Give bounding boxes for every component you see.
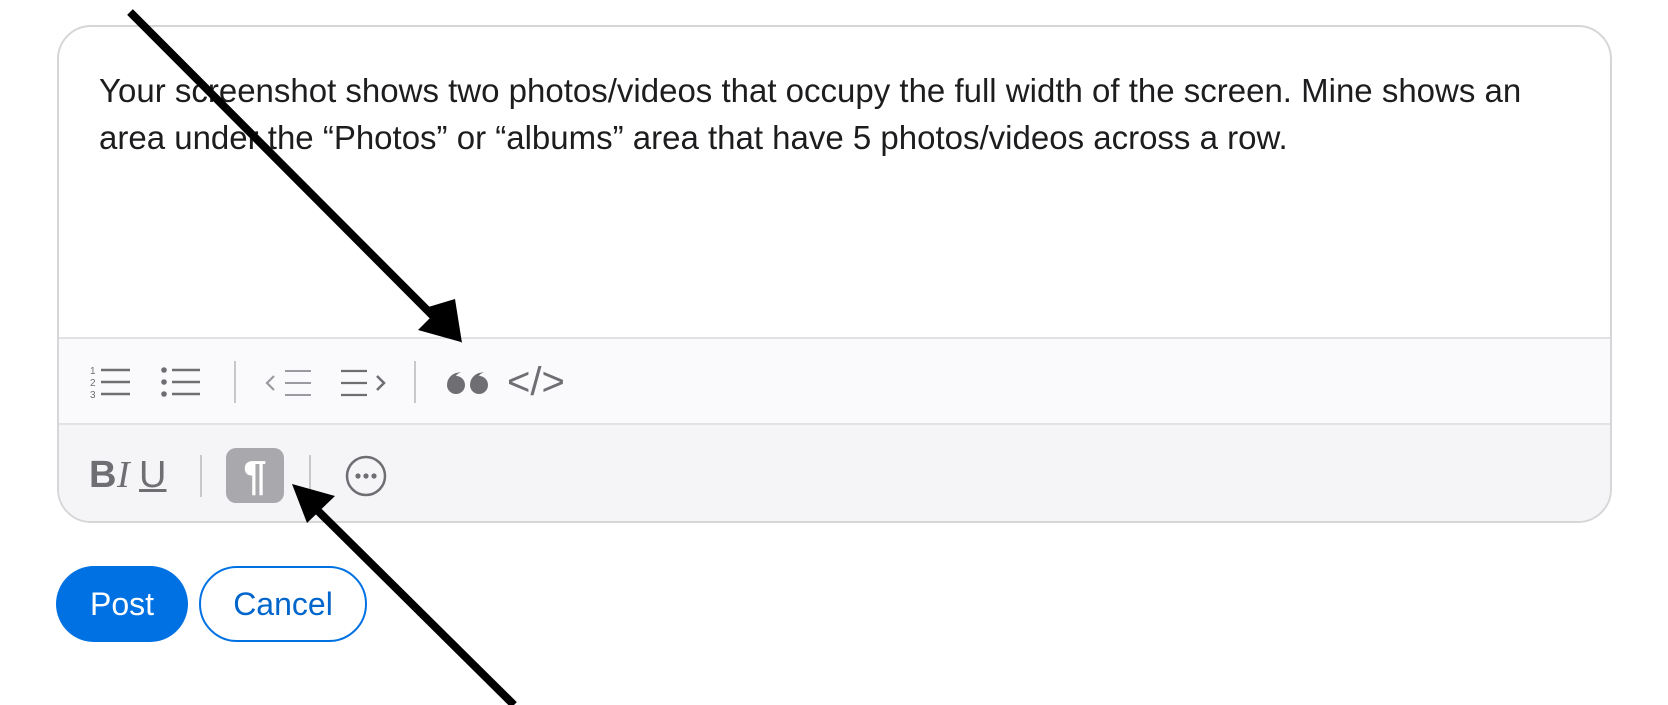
indent-icon[interactable] [339,367,387,399]
numbered-list-icon[interactable]: 1 2 3 [89,364,133,402]
reply-editor[interactable]: Your screenshot shows two photos/videos … [57,25,1612,523]
underline-button[interactable]: U [139,455,166,495]
toolbar-divider [414,361,416,403]
toolbar-divider [309,455,311,497]
paragraph-icon: ¶ [243,452,267,499]
editor-body-text[interactable]: Your screenshot shows two photos/videos … [99,67,1559,161]
post-button[interactable]: Post [56,566,188,642]
formatting-toolbar-lists: 1 2 3 </> [59,337,1610,425]
svg-text:3: 3 [90,390,96,401]
paragraph-button[interactable]: ¶ [226,448,284,503]
cancel-button[interactable]: Cancel [199,566,367,642]
toolbar-divider [234,361,236,403]
quote-icon[interactable] [445,367,491,397]
page: Your screenshot shows two photos/videos … [0,0,1668,705]
bulleted-list-icon[interactable] [160,366,202,400]
italic-button[interactable]: I [117,455,130,495]
outdent-icon[interactable] [265,367,313,399]
toolbar-divider [200,455,202,497]
formatting-toolbar-text: B I U ¶ [59,425,1610,521]
code-icon[interactable]: </> [507,362,565,402]
bold-button[interactable]: B [89,455,116,495]
svg-text:2: 2 [90,378,96,389]
svg-text:1: 1 [90,366,96,377]
more-options-icon[interactable] [344,454,388,498]
